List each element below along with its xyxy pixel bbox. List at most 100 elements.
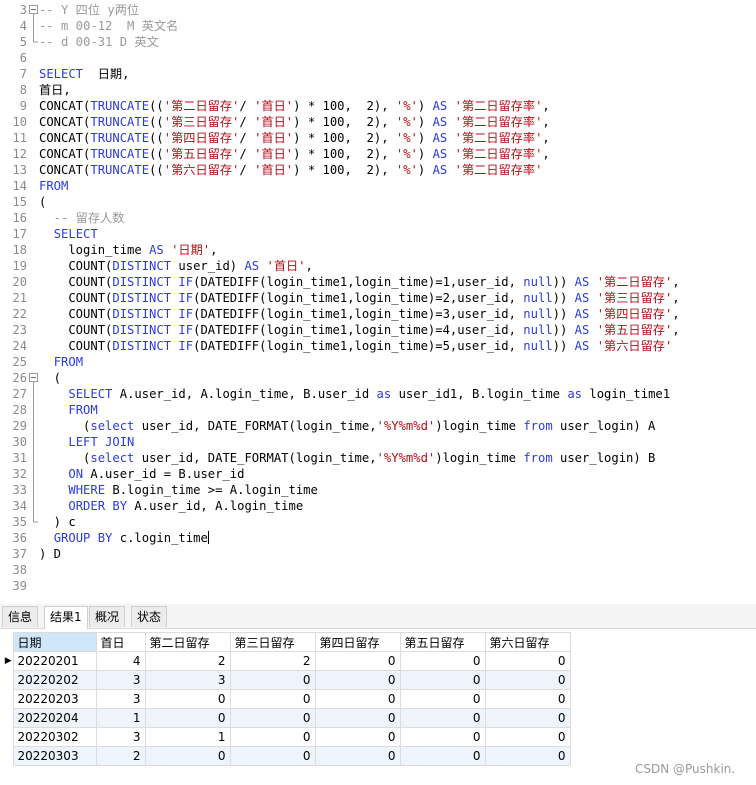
code-text[interactable]: CONCAT(TRUNCATE(('第六日留存'/ '首日') * 100, 2…: [39, 162, 542, 178]
table-cell[interactable]: 20220203: [12, 689, 97, 709]
table-cell[interactable]: 0: [144, 746, 231, 766]
code-text[interactable]: ON A.user_id = B.user_id: [39, 466, 244, 482]
code-text[interactable]: LEFT JOIN: [39, 434, 134, 450]
code-text[interactable]: -- d 00-31 D 英文: [39, 34, 159, 50]
code-line[interactable]: 9 CONCAT(TRUNCATE(('第二日留存'/ '首日') * 100, …: [0, 98, 756, 114]
code-text[interactable]: FROM: [39, 178, 68, 194]
table-cell[interactable]: 0: [314, 689, 401, 709]
table-cell[interactable]: 2: [144, 651, 231, 671]
code-line[interactable]: 21 COUNT(DISTINCT IF(DATEDIFF(login_time…: [0, 290, 756, 306]
code-text[interactable]: -- Y 四位 y两位: [39, 2, 139, 18]
tab-result1[interactable]: 结果1: [44, 606, 88, 629]
code-text[interactable]: FROM: [39, 402, 97, 418]
table-cell[interactable]: 0: [314, 727, 401, 747]
code-text[interactable]: COUNT(DISTINCT IF(DATEDIFF(login_time1,l…: [39, 306, 679, 322]
code-text[interactable]: COUNT(DISTINCT IF(DATEDIFF(login_time1,l…: [39, 290, 679, 306]
table-cell[interactable]: 0: [399, 708, 486, 728]
code-line[interactable]: 13 CONCAT(TRUNCATE(('第六日留存'/ '首日') * 100,…: [0, 162, 756, 178]
code-line[interactable]: 6: [0, 50, 756, 66]
code-text[interactable]: CONCAT(TRUNCATE(('第五日留存'/ '首日') * 100, 2…: [39, 146, 550, 162]
fold-toggle-icon[interactable]: [29, 2, 38, 18]
code-text[interactable]: (: [39, 370, 61, 386]
code-line[interactable]: 38: [0, 562, 756, 578]
code-line[interactable]: 36 GROUP BY c.login_time: [0, 530, 756, 546]
table-cell[interactable]: 1: [95, 708, 146, 728]
code-line[interactable]: 20 COUNT(DISTINCT IF(DATEDIFF(login_time…: [0, 274, 756, 290]
table-cell[interactable]: 3: [95, 727, 146, 747]
column-header[interactable]: 第五日留存: [399, 632, 486, 652]
code-line[interactable]: 27 SELECT A.user_id, A.login_time, B.use…: [0, 386, 756, 402]
table-cell[interactable]: 4: [95, 651, 146, 671]
table-cell[interactable]: 0: [144, 689, 231, 709]
table-cell[interactable]: 20220202: [12, 670, 97, 690]
column-header[interactable]: 日期: [12, 632, 97, 652]
tab-status[interactable]: 状态: [131, 606, 168, 627]
table-cell[interactable]: 0: [484, 670, 571, 690]
table-cell[interactable]: 0: [484, 708, 571, 728]
table-row[interactable]: 20220302 3 1 0 0 0 0: [4, 727, 571, 747]
code-line[interactable]: 4 -- m 00-12 M 英文名: [0, 18, 756, 34]
code-text[interactable]: COUNT(DISTINCT IF(DATEDIFF(login_time1,l…: [39, 322, 679, 338]
table-cell[interactable]: 0: [314, 746, 401, 766]
table-cell[interactable]: 0: [484, 689, 571, 709]
table-cell[interactable]: 0: [229, 670, 316, 690]
table-cell[interactable]: 2: [229, 651, 316, 671]
code-text[interactable]: (select user_id, DATE_FORMAT(login_time,…: [39, 418, 655, 434]
code-line[interactable]: 3 -- Y 四位 y两位: [0, 2, 756, 18]
table-cell[interactable]: 0: [399, 651, 486, 671]
code-line[interactable]: 25 FROM: [0, 354, 756, 370]
code-text[interactable]: COUNT(DISTINCT user_id) AS '首日',: [39, 258, 313, 274]
result-grid[interactable]: 日期 首日 第二日留存 第三日留存 第四日留存 第五日留存 第六日留存 ▶ 20220201 4…: [4, 632, 571, 766]
table-cell[interactable]: 3: [144, 670, 231, 690]
code-text[interactable]: SELECT: [39, 226, 98, 242]
code-text[interactable]: login_time AS '日期',: [39, 242, 217, 258]
table-cell[interactable]: 0: [314, 708, 401, 728]
code-line[interactable]: 24 COUNT(DISTINCT IF(DATEDIFF(login_time…: [0, 338, 756, 354]
table-cell[interactable]: 2: [95, 746, 146, 766]
table-row[interactable]: 20220203 3 0 0 0 0 0: [4, 689, 571, 709]
code-line[interactable]: 31 (select user_id, DATE_FORMAT(login_ti…: [0, 450, 756, 466]
code-line[interactable]: 17 SELECT: [0, 226, 756, 242]
code-line[interactable]: 15 (: [0, 194, 756, 210]
code-text[interactable]: SELECT 日期,: [39, 66, 129, 82]
code-text[interactable]: CONCAT(TRUNCATE(('第二日留存'/ '首日') * 100, 2…: [39, 98, 550, 114]
code-line[interactable]: 23 COUNT(DISTINCT IF(DATEDIFF(login_time…: [0, 322, 756, 338]
tab-overview[interactable]: 概况: [89, 606, 126, 627]
table-cell[interactable]: 3: [95, 689, 146, 709]
code-text[interactable]: -- 留存人数: [39, 210, 125, 226]
code-line[interactable]: 18 login_time AS '日期',: [0, 242, 756, 258]
tab-info[interactable]: 信息: [2, 606, 39, 627]
table-cell[interactable]: 20220204: [12, 708, 97, 728]
code-text[interactable]: CONCAT(TRUNCATE(('第四日留存'/ '首日') * 100, 2…: [39, 130, 550, 146]
code-line[interactable]: 37) D: [0, 546, 756, 562]
code-line[interactable]: 32 ON A.user_id = B.user_id: [0, 466, 756, 482]
code-text[interactable]: ) c: [39, 514, 76, 530]
code-text[interactable]: ORDER BY A.user_id, A.login_time: [39, 498, 303, 514]
code-text[interactable]: FROM: [39, 354, 83, 370]
table-cell[interactable]: 0: [229, 708, 316, 728]
code-line[interactable]: 7 SELECT 日期,: [0, 66, 756, 82]
table-row[interactable]: 20220204 1 0 0 0 0 0: [4, 708, 571, 728]
table-cell[interactable]: 1: [144, 727, 231, 747]
fold-toggle-icon[interactable]: [29, 370, 38, 386]
table-cell[interactable]: 0: [144, 708, 231, 728]
code-text[interactable]: 首日,: [39, 82, 71, 98]
column-header[interactable]: 第二日留存: [144, 632, 231, 652]
table-cell[interactable]: 0: [399, 727, 486, 747]
code-line[interactable]: 39: [0, 578, 756, 594]
code-text[interactable]: (: [39, 194, 46, 210]
code-text[interactable]: ) D: [39, 546, 61, 562]
code-line[interactable]: 5 -- d 00-31 D 英文: [0, 34, 756, 50]
sql-editor[interactable]: 3 -- Y 四位 y两位 4 -- m 00-12 M 英文名 5 -- d 00-31…: [0, 0, 756, 601]
code-line[interactable]: 35 ) c: [0, 514, 756, 530]
code-line[interactable]: 34 ORDER BY A.user_id, A.login_time: [0, 498, 756, 514]
table-cell[interactable]: 0: [399, 746, 486, 766]
table-row[interactable]: 20220303 2 0 0 0 0 0: [4, 746, 571, 766]
code-text[interactable]: CONCAT(TRUNCATE(('第三日留存'/ '首日') * 100, 2…: [39, 114, 550, 130]
table-cell[interactable]: 0: [484, 651, 571, 671]
code-line[interactable]: 8 首日,: [0, 82, 756, 98]
table-row[interactable]: ▶ 20220201 4 2 2 0 0 0: [4, 651, 571, 671]
table-cell[interactable]: 0: [484, 746, 571, 766]
table-cell[interactable]: 0: [229, 689, 316, 709]
code-line[interactable]: 12 CONCAT(TRUNCATE(('第五日留存'/ '首日') * 100,…: [0, 146, 756, 162]
